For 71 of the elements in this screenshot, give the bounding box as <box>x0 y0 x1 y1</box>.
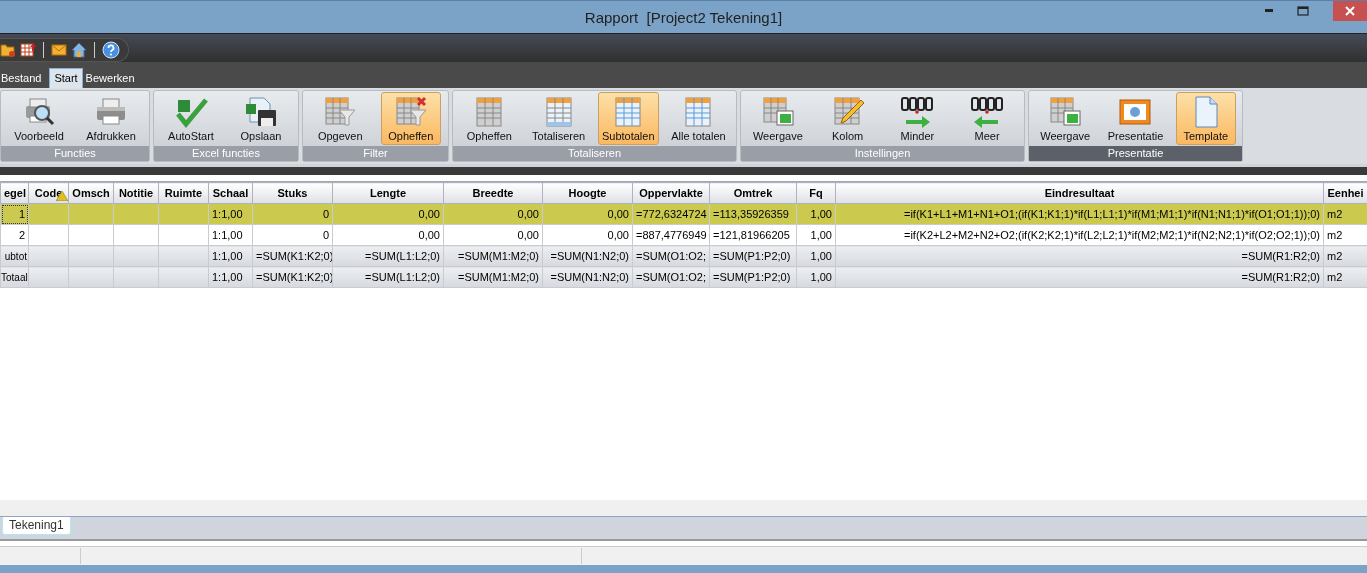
decimal-arrow-icon <box>900 96 935 128</box>
maximize-icon[interactable] <box>1297 6 1309 16</box>
column-header[interactable]: Omsch <box>68 182 114 204</box>
ribbon-button[interactable]: Opslaan <box>231 92 291 145</box>
checkmark-icon <box>174 96 208 128</box>
minimize-icon[interactable] <box>1263 9 1275 13</box>
close-icon <box>1345 6 1355 16</box>
ribbon-button[interactable]: Presentatie <box>1103 92 1168 145</box>
window-title: Rapport [Project2 Tekening1] <box>584 8 783 26</box>
ribbon-button[interactable]: Weergave <box>747 92 808 145</box>
ribbon-button[interactable]: Meer <box>957 92 1018 145</box>
column-header[interactable]: Schaal <box>208 182 253 204</box>
ribbon-button[interactable]: Opheffen <box>459 92 520 145</box>
envelope-icon[interactable] <box>51 43 67 57</box>
ribbon-button[interactable]: Voorbeeld <box>9 92 69 145</box>
ribbon-button[interactable]: Minder <box>887 92 948 145</box>
table-cell: =SUM(R1:R2;0) <box>835 266 1324 288</box>
column-header[interactable]: Eindresultaat <box>835 182 1324 204</box>
column-header[interactable]: Hoogte <box>542 182 633 204</box>
column-header[interactable]: Ruimte <box>158 182 209 204</box>
group-label: Functies <box>1 146 149 161</box>
table-cell: 1 <box>0 203 29 225</box>
table-cell: =SUM(R1:R2;0) <box>835 245 1324 267</box>
ribbon-button[interactable]: Opgeven <box>310 92 371 145</box>
help-icon[interactable] <box>102 41 120 59</box>
column-header[interactable]: Lengte <box>332 182 444 204</box>
ribbon-button[interactable]: Subtotalen <box>597 92 659 145</box>
column-header[interactable]: Code <box>28 182 69 204</box>
column-header[interactable]: Omtrek <box>709 182 797 204</box>
column-header[interactable]: Oppervlakte <box>632 182 710 204</box>
column-header[interactable]: Eenhei <box>1323 182 1367 204</box>
close-button[interactable] <box>1333 1 1367 21</box>
ribbon-tab[interactable]: Start <box>49 68 83 88</box>
table-icon[interactable] <box>20 42 36 58</box>
ribbon-button[interactable]: Opheffen <box>380 92 441 145</box>
column-header[interactable]: Breedte <box>443 182 543 204</box>
table-window-icon <box>1048 96 1083 128</box>
table-filter-icon <box>393 96 428 128</box>
slide-icon <box>1118 96 1153 128</box>
sheet-tab[interactable]: Tekening1 <box>2 517 71 535</box>
column-header[interactable]: egel <box>0 182 29 204</box>
table-cell: Totaal <box>0 266 29 288</box>
horizontal-scrollbar[interactable] <box>0 500 1367 516</box>
ribbon-button[interactable]: AutoStart <box>161 92 221 145</box>
ribbon-button[interactable]: Template <box>1175 92 1236 145</box>
table-cell: 2 <box>0 224 29 246</box>
column-header[interactable]: Fq <box>796 182 836 204</box>
ribbon-button[interactable]: Weergave <box>1035 92 1096 145</box>
table-filter-icon <box>323 96 358 128</box>
ribbon-button[interactable]: Totaliseren <box>528 92 590 145</box>
ribbon-button[interactable]: Kolom <box>817 92 878 145</box>
column-header[interactable]: Notitie <box>113 182 159 204</box>
decimal-arrow-icon <box>970 96 1005 128</box>
table-cell: =if(K1+L1+M1+N1+O1;(if(K1;K1;1)*if(L1;L1;1)*if(M1;M1;1)*if(N1;N1;1)*if(O1;O1;1));0) <box>835 203 1324 225</box>
group-label: Instellingen <box>741 146 1024 161</box>
ribbon-tab[interactable]: Bewerken <box>84 69 141 88</box>
group-label: Filter <box>303 146 448 161</box>
ribbon-button[interactable]: Afdrukken <box>81 92 141 145</box>
floppy-icon <box>244 96 278 128</box>
ribbon-tab[interactable]: Bestand <box>0 69 48 88</box>
group-label: Excel functies <box>154 146 298 161</box>
printer-icon <box>94 96 128 128</box>
column-header[interactable]: Stuks <box>252 182 333 204</box>
house-icon[interactable] <box>71 42 87 58</box>
table-cell: ubtot <box>0 245 29 267</box>
group-label: Presentatie <box>1029 146 1242 161</box>
ribbon-button[interactable]: Alle totalen <box>667 92 730 145</box>
group-label: Totaliseren <box>453 146 736 161</box>
table-cell: =if(K2+L2+M2+N2+O2;(if(K2;K2;1)*if(L2;L2;1)*if(M2;M2;1)*if(N2;N2;1)*if(O2;O2;1));0) <box>835 224 1324 246</box>
table-window-icon <box>760 96 795 128</box>
folder-icon[interactable] <box>0 42 16 58</box>
